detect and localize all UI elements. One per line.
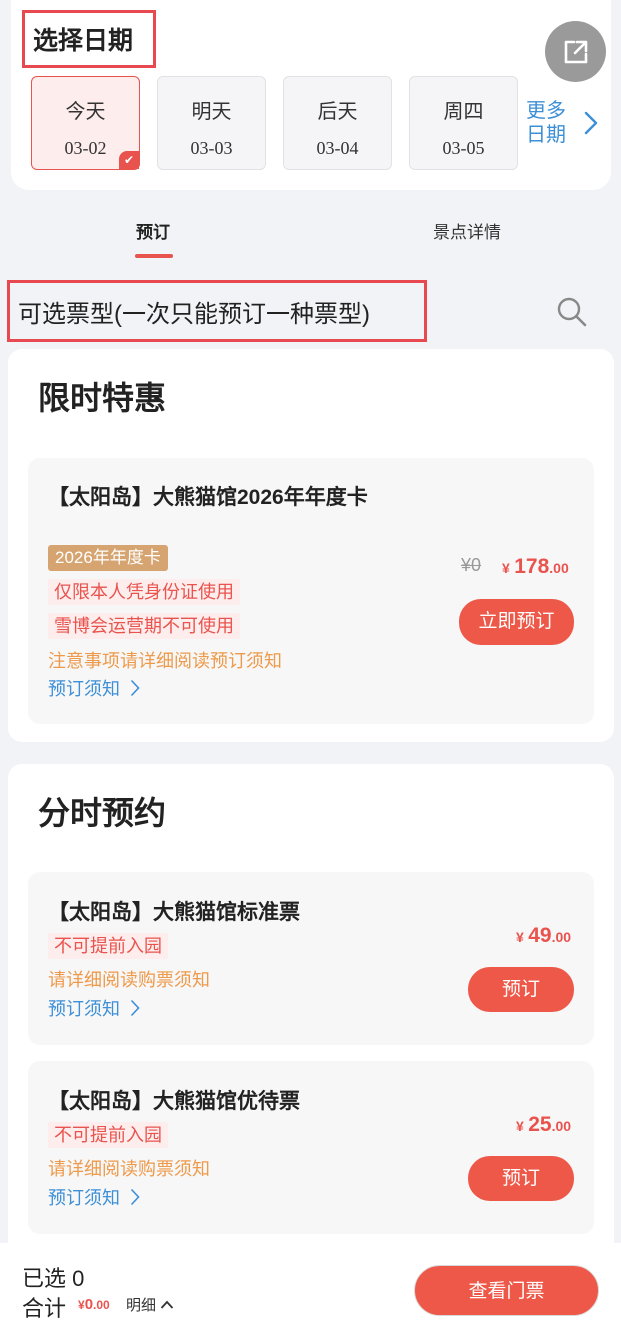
ticket-notice: 请详细阅读购票须知 [48,970,210,990]
tab-active-indicator [135,254,173,258]
share-button[interactable] [545,21,606,82]
date-option-label: 周四 [443,101,484,123]
price-decimal: .00 [93,1298,110,1312]
booking-notice-link[interactable]: 预订须知 [48,675,140,701]
check-icon: ✔ [119,151,139,169]
booking-notice-label: 预订须知 [48,1188,120,1208]
price-symbol: ¥ [502,560,510,576]
chevron-right-icon [130,999,140,1017]
selected-count: 已选 0 [22,1261,84,1293]
date-picker-title: 选择日期 [22,10,156,68]
more-dates-line2: 日期 [526,124,566,146]
price-symbol: ¥ [516,929,524,945]
date-option-tomorrow[interactable]: 明天 03-03 [157,76,266,170]
ticket-card-standard: 【太阳岛】大熊猫馆标准票 不可提前入园 请详细阅读购票须知 预订须知 ¥ 49.… [28,872,594,1045]
ticket-price: ¥ 178.00 [502,555,569,579]
date-option-label: 后天 [317,101,358,123]
ticket-name: 【太阳岛】大熊猫馆优待票 [48,1090,300,1113]
chevron-up-icon [160,1300,174,1309]
date-option-date: 03-04 [316,138,359,158]
price-integer: 178 [514,555,550,578]
bottom-bar: 已选 0 合计 ¥0.00 明细 查看门票 [0,1243,621,1339]
total-price: ¥0.00 [78,1296,110,1314]
total-label: 合计 [22,1296,67,1321]
price-decimal: .00 [551,929,572,945]
price-detail-label: 明细 [126,1297,157,1314]
price-decimal: .00 [551,1118,572,1134]
original-price: ¥0 [461,555,482,575]
booking-notice-link[interactable]: 预订须知 [48,1184,140,1210]
selected-label: 已选 [22,1266,67,1291]
date-option-date: 03-03 [190,138,233,158]
price-decimal: .00 [549,560,569,576]
book-button[interactable]: 预订 [468,1156,574,1201]
booking-notice-label: 预订须知 [48,999,120,1019]
selected-value: 0 [72,1266,85,1291]
more-dates-line1: 更多 [526,100,566,122]
ticket-tag-id-only: 仅限本人凭身份证使用 [48,579,240,605]
tab-attraction-details[interactable]: 景点详情 [433,218,501,243]
booking-notice-label: 预订须知 [48,679,120,699]
section-timed-reservation: 分时预约 【太阳岛】大熊猫馆标准票 不可提前入园 请详细阅读购票须知 预订须知 … [8,764,614,1254]
ticket-price: ¥ 25.00 [516,1113,571,1137]
date-option-today[interactable]: 今天 03-02 ✔ [31,76,140,170]
price-integer: 25 [528,1113,552,1136]
view-tickets-button[interactable]: 查看门票 [414,1265,599,1316]
ticket-tag-no-early-entry: 不可提前入园 [48,1122,168,1148]
section-limited-offer: 限时特惠 【太阳岛】大熊猫馆2026年年度卡 2026年年度卡 仅限本人凭身份证… [8,349,614,742]
price-symbol: ¥ [516,1118,524,1134]
ticket-price: ¥ 49.00 [516,924,571,948]
price-integer: 49 [528,924,552,947]
tab-booking[interactable]: 预订 [136,218,170,243]
date-option-label: 今天 [65,101,106,123]
ticket-name: 【太阳岛】大熊猫馆标准票 [48,901,300,924]
chevron-right-icon [130,679,140,697]
price-symbol: ¥ [78,1298,85,1312]
ticket-tag-annual: 2026年年度卡 [48,545,168,571]
share-icon [564,40,587,63]
section-title: 分时预约 [38,795,167,831]
ticket-name: 【太阳岛】大熊猫馆2026年年度卡 [48,486,368,509]
booking-notice-link[interactable]: 预订须知 [48,995,140,1021]
ticket-notice: 注意事项请详细阅读预订须知 [48,651,282,671]
chevron-right-icon [130,1188,140,1206]
date-option-date: 03-05 [442,138,485,158]
ticket-type-title: 可选票型(一次只能预订一种票型) [7,280,427,342]
ticket-card-discount: 【太阳岛】大熊猫馆优待票 不可提前入园 请详细阅读购票须知 预订须知 ¥ 25.… [28,1061,594,1234]
date-picker-title-text: 选择日期 [33,27,134,55]
section-title: 限时特惠 [38,380,167,416]
date-option-day-after[interactable]: 后天 03-04 [283,76,392,170]
ticket-tag-no-early-entry: 不可提前入园 [48,933,168,959]
price-integer: 0 [84,1296,94,1313]
ticket-tag-restriction: 雪博会运营期不可使用 [48,613,240,639]
ticket-notice: 请详细阅读购票须知 [48,1159,210,1179]
ticket-type-title-text: 可选票型(一次只能预订一种票型) [18,300,370,328]
date-option-thursday[interactable]: 周四 03-05 [409,76,518,170]
ticket-card-annual-pass: 【太阳岛】大熊猫馆2026年年度卡 2026年年度卡 仅限本人凭身份证使用 雪博… [28,458,594,724]
chevron-right-icon[interactable] [584,111,598,135]
date-option-label: 明天 [191,101,232,123]
price-detail-toggle[interactable]: 明细 [126,1294,174,1315]
more-dates-button[interactable]: 更多 日期 [526,99,570,147]
search-icon[interactable] [556,296,588,328]
book-button[interactable]: 预订 [468,967,574,1012]
book-now-button[interactable]: 立即预订 [459,599,574,645]
